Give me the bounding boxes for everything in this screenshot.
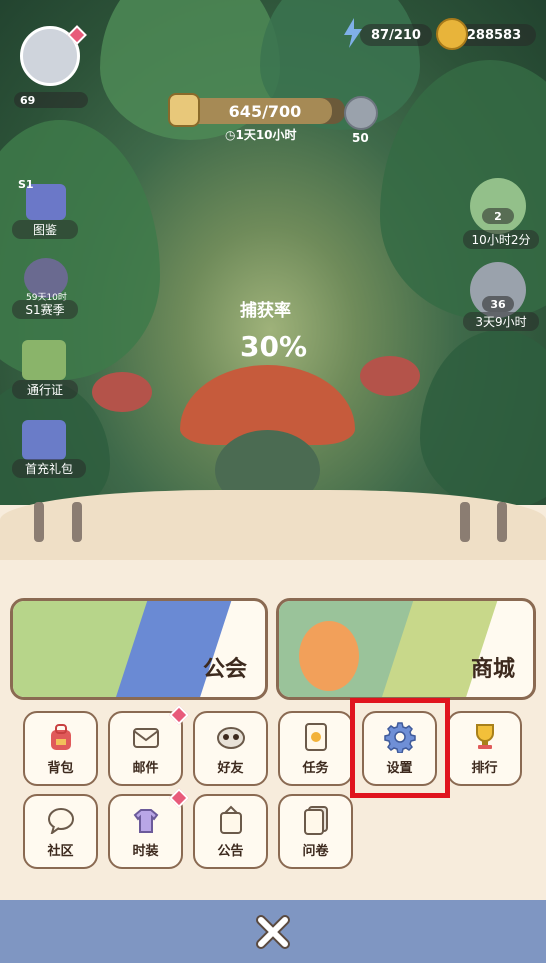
coin-icon — [436, 18, 468, 50]
token-icon[interactable] — [344, 96, 378, 130]
community-button[interactable]: 社区 — [23, 794, 98, 869]
gift-icon[interactable] — [22, 420, 66, 460]
task-label: 任务 — [302, 761, 329, 776]
progress-bar: 645/700 — [185, 98, 345, 124]
mail-icon — [129, 721, 163, 753]
menu-label-first-pack[interactable]: 首充礼包 — [12, 459, 86, 478]
clover-icon[interactable] — [470, 178, 526, 234]
clover-count: 2 — [482, 208, 514, 224]
menu-label-season[interactable]: S1赛季 — [12, 300, 78, 319]
outfit-button[interactable]: 时装 — [108, 788, 189, 869]
coin-value: 288583 — [466, 27, 522, 43]
friends-button[interactable]: 好友 — [193, 711, 268, 786]
game-scene — [0, 0, 546, 510]
shop-label: 商城 — [470, 657, 515, 682]
timer-text: 1天10小时 — [235, 128, 297, 142]
friends-label: 好友 — [217, 761, 244, 776]
task-icon — [299, 721, 333, 753]
level-bar: 69 — [14, 92, 88, 108]
energy-value: 87/210 — [371, 27, 421, 43]
flower — [360, 356, 420, 396]
season-badge: S1 — [18, 178, 34, 191]
panel-peg — [497, 502, 507, 542]
announcement-button[interactable]: 公告 — [193, 794, 268, 869]
capture-rate: 30% — [240, 330, 308, 363]
announcement-icon — [214, 804, 248, 836]
announcement-label: 公告 — [217, 844, 244, 859]
settings-highlight — [350, 698, 450, 798]
fox-character — [299, 621, 359, 691]
close-icon — [256, 915, 290, 949]
mail-label: 邮件 — [132, 761, 159, 776]
panel-peg — [460, 502, 470, 542]
menu-label-handbook[interactable]: 图鉴 — [12, 220, 78, 239]
panel-peg — [72, 502, 82, 542]
mail-button[interactable]: 邮件 — [108, 705, 189, 786]
panel-peg — [34, 502, 44, 542]
clover-timer: 10小时2分 — [463, 230, 539, 249]
map-icon — [168, 93, 200, 127]
guild-card[interactable]: 公会 — [10, 598, 268, 700]
outfit-icon — [129, 804, 163, 836]
backpack-button[interactable]: 背包 — [23, 711, 98, 786]
survey-icon — [299, 804, 333, 836]
outfit-label: 时装 — [132, 844, 159, 859]
flower — [92, 372, 152, 412]
survey-button[interactable]: 问卷 — [278, 794, 353, 869]
menu-label-pass[interactable]: 通行证 — [12, 380, 78, 399]
close-button[interactable] — [253, 912, 293, 952]
token-timer: 3天9小时 — [463, 312, 539, 331]
survey-label: 问卷 — [302, 844, 329, 859]
guild-label: 公会 — [202, 657, 247, 682]
token-timer-count: 36 — [482, 296, 514, 312]
energy-icon — [342, 18, 364, 48]
backpack-icon — [44, 721, 78, 753]
progress-value: 645/700 — [228, 101, 302, 121]
player-level: 69 — [20, 93, 36, 107]
progress-timer: ◷1天10小时 — [225, 126, 297, 143]
energy-counter[interactable]: 87/210 — [360, 24, 432, 46]
community-label: 社区 — [47, 844, 74, 859]
clock-icon: ◷ — [225, 128, 236, 142]
token-count: 50 — [352, 131, 369, 145]
pass-icon[interactable] — [22, 340, 66, 380]
community-icon — [44, 804, 78, 836]
trophy-icon — [468, 721, 502, 753]
task-button[interactable]: 任务 — [278, 711, 353, 786]
backpack-label: 背包 — [47, 761, 74, 776]
capture-label: 捕获率 — [240, 301, 291, 321]
ranking-button[interactable]: 排行 — [447, 711, 522, 786]
ranking-label: 排行 — [471, 761, 498, 776]
shop-card[interactable]: 商城 — [276, 598, 536, 700]
foliage — [420, 330, 546, 510]
friends-icon — [214, 721, 248, 753]
